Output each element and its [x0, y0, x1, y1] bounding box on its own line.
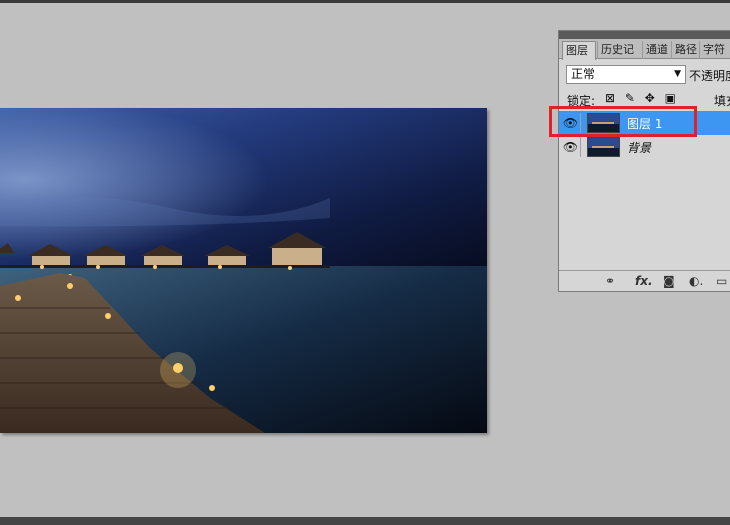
chevron-down-icon: ▼ — [674, 69, 681, 79]
blend-mode-select[interactable]: 正常 ▼ — [566, 65, 686, 84]
canvas-image[interactable] — [0, 108, 487, 433]
tab-channels[interactable]: 通道 — [642, 41, 670, 59]
panel-footer: ⚭ fx. ◙ ◐. ▭ — [559, 270, 730, 292]
panel-title-bar[interactable] — [559, 31, 730, 39]
link-icon[interactable]: ⚭ — [605, 274, 615, 288]
opacity-label: 不透明度 — [689, 69, 730, 83]
fill-label: 填充 — [714, 94, 730, 108]
group-icon[interactable]: ▭ — [716, 274, 727, 288]
highlight-box — [549, 106, 697, 137]
window-bottom-strip — [0, 517, 730, 525]
tab-character[interactable]: 字符 — [699, 41, 730, 59]
lock-icons[interactable]: ⊠ ✎ ✥ ▣ — [605, 91, 679, 105]
blend-mode-value: 正常 — [571, 67, 596, 81]
layers-panel: 图层 历史记 通道 路径 字符 正常 ▼ 不透明度 锁定: ⊠ ✎ ✥ ▣ 填充… — [558, 30, 730, 292]
window-top-strip — [0, 0, 730, 3]
fx-icon[interactable]: fx. — [635, 274, 653, 288]
adjustment-icon[interactable]: ◐. — [689, 274, 703, 288]
layer-thumbnail — [587, 137, 620, 157]
layer-name[interactable]: 背景 — [627, 139, 651, 156]
tab-history[interactable]: 历史记 — [597, 41, 641, 59]
panel-tab-bar: 图层 历史记 通道 路径 字符 — [559, 31, 730, 60]
overwater-villas-photo — [0, 108, 487, 433]
mask-icon[interactable]: ◙ — [663, 274, 675, 288]
tab-paths[interactable]: 路径 — [671, 41, 698, 59]
tab-layers[interactable]: 图层 — [562, 41, 596, 60]
layer-row-background[interactable]: 👁 背景 — [559, 135, 730, 159]
eye-icon[interactable]: 👁 — [561, 137, 581, 157]
